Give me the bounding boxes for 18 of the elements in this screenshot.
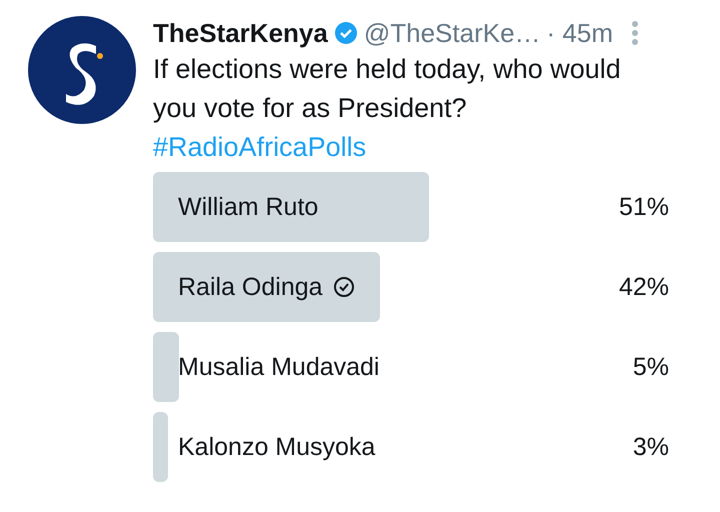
poll-option[interactable]: Raila Odinga 42% — [153, 252, 669, 322]
check-circle-icon — [332, 276, 355, 298]
poll-option[interactable]: William Ruto 51% — [153, 172, 669, 242]
option-label: Musalia Mudavadi — [177, 352, 380, 382]
poll-option[interactable]: Kalonzo Musyoka 3% — [153, 412, 669, 482]
tweet-text: If elections were held today, who would you vote for as President? — [153, 53, 622, 125]
option-percent: 3% — [632, 432, 669, 462]
account-handle[interactable]: @TheStarKe… — [364, 18, 541, 48]
avatar-logo-icon[interactable] — [28, 16, 136, 124]
option-label: Raila Odinga — [153, 272, 355, 302]
option-percent: 42% — [618, 272, 669, 302]
option-percent: 5% — [632, 352, 669, 382]
post-time: · 45m — [546, 18, 613, 48]
poll-option[interactable]: Musalia Mudavadi 5% — [153, 332, 669, 402]
option-label: William Ruto — [177, 192, 318, 222]
account-name[interactable]: TheStarKenya — [153, 18, 328, 48]
option-percent: 51% — [618, 192, 669, 222]
option-label: Kalonzo Musyoka — [177, 432, 376, 462]
